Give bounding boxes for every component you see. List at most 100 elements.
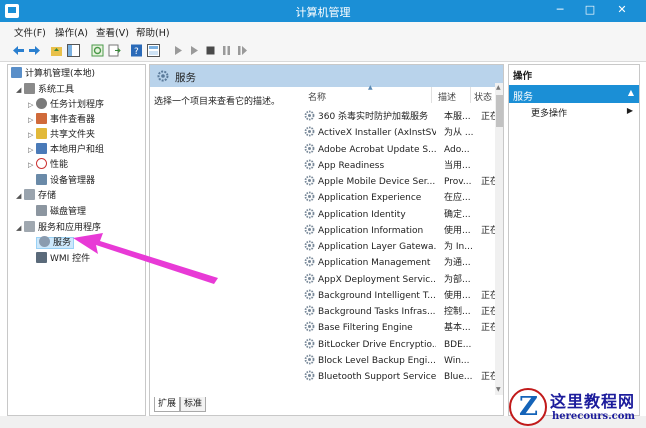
scroll-down-icon[interactable]: ▼ bbox=[496, 386, 501, 393]
refresh-icon[interactable] bbox=[91, 44, 104, 57]
service-gear-icon bbox=[304, 175, 315, 186]
menu-help[interactable]: 帮助(H) bbox=[136, 25, 170, 39]
expand-arrow-icon[interactable]: ▷ bbox=[28, 113, 36, 128]
service-description: BDE... bbox=[444, 339, 472, 350]
service-name: App Readiness bbox=[318, 160, 385, 171]
service-row[interactable]: Bluetooth Support ServiceBlue...正在... bbox=[304, 369, 503, 385]
service-row[interactable]: Base Filtering Engine基本...正在... bbox=[304, 320, 503, 336]
menu-bar: 文件(F) 操作(A) 查看(V) 帮助(H) bbox=[0, 22, 646, 40]
scroll-thumb[interactable] bbox=[496, 95, 503, 127]
tree-item-storage[interactable]: ◢ 存储 bbox=[16, 189, 56, 204]
restart-service-icon[interactable] bbox=[236, 44, 249, 57]
up-folder-icon[interactable] bbox=[50, 44, 63, 57]
gear-icon bbox=[157, 70, 169, 82]
tree-item-task-scheduler[interactable]: ▷ 任务计划程序 bbox=[28, 98, 104, 113]
collapse-arrow-icon[interactable]: ◢ bbox=[16, 221, 24, 236]
collapse-arrow-icon[interactable]: ◢ bbox=[16, 83, 24, 98]
expand-arrow-icon[interactable]: ▷ bbox=[28, 143, 36, 158]
service-row[interactable]: Block Level Backup Engi... Win... bbox=[304, 353, 503, 369]
service-description: 本服... bbox=[444, 112, 471, 122]
column-divider[interactable] bbox=[470, 87, 471, 103]
service-row[interactable]: ActiveX Installer (AxInstSV) 为从 ... bbox=[304, 125, 503, 141]
pause-service-icon[interactable] bbox=[220, 44, 233, 57]
service-row[interactable]: BitLocker Drive Encryptio... BDE... bbox=[304, 337, 503, 353]
column-status[interactable]: 状态 bbox=[474, 90, 492, 103]
tree-item-local-users[interactable]: ▷ 本地用户和组 bbox=[28, 143, 104, 158]
tree-label: 存储 bbox=[38, 191, 57, 201]
collapse-caret-icon[interactable]: ▲ bbox=[628, 88, 634, 97]
tree-item-event-viewer[interactable]: ▷ 事件查看器 bbox=[28, 113, 95, 128]
service-row[interactable]: AppX Deployment Servic... 为部... bbox=[304, 272, 503, 288]
start-service-icon[interactable] bbox=[172, 44, 185, 57]
menu-file[interactable]: 文件(F) bbox=[14, 25, 46, 39]
shared-folder-icon bbox=[36, 128, 47, 139]
service-description: 为部... bbox=[444, 274, 471, 285]
menu-action[interactable]: 操作(A) bbox=[55, 25, 88, 39]
services-title: 服务 bbox=[175, 72, 196, 84]
service-gear-icon bbox=[304, 354, 315, 365]
stop-service-icon[interactable] bbox=[204, 44, 217, 57]
service-row[interactable]: Background Tasks Infras...控制...正在... bbox=[304, 304, 503, 320]
scroll-up-icon[interactable]: ▲ bbox=[496, 84, 501, 91]
tree-item-root[interactable]: 计算机管理(本地) bbox=[11, 67, 95, 82]
service-row[interactable]: App Readiness 当用... bbox=[304, 158, 503, 174]
service-description: 为通... bbox=[444, 258, 471, 269]
tab-standard[interactable]: 标准 bbox=[180, 397, 207, 412]
service-description: 在应... bbox=[444, 193, 471, 204]
service-row[interactable]: Application Experience 在应... bbox=[304, 190, 503, 206]
vertical-scrollbar[interactable]: ▲ ▼ bbox=[495, 83, 503, 395]
actions-pane: 操作 服务 ▲ 更多操作 ▶ bbox=[508, 64, 640, 416]
service-row[interactable]: 360 杀毒实时防护加载服务本服...正在... bbox=[304, 109, 503, 125]
users-icon bbox=[36, 143, 47, 154]
service-row[interactable]: Application Layer Gatewa... 为 In... bbox=[304, 239, 503, 255]
service-row[interactable]: Apple Mobile Device Ser...Prov...正在... bbox=[304, 174, 503, 190]
expand-arrow-icon[interactable]: ▷ bbox=[28, 128, 36, 143]
minimize-button[interactable]: ─ bbox=[548, 2, 572, 18]
tree-item-services[interactable]: 服务 bbox=[36, 236, 75, 251]
help-icon[interactable]: ? bbox=[130, 44, 143, 57]
collapse-arrow-icon[interactable]: ◢ bbox=[16, 189, 24, 204]
properties-icon[interactable] bbox=[147, 44, 160, 57]
service-gear-icon bbox=[304, 289, 315, 300]
column-description[interactable]: 描述 bbox=[438, 90, 456, 103]
submenu-arrow-icon[interactable]: ▶ bbox=[627, 106, 633, 115]
column-divider[interactable] bbox=[431, 87, 432, 103]
menu-view[interactable]: 查看(V) bbox=[96, 25, 129, 39]
back-icon[interactable] bbox=[12, 44, 25, 57]
tree-item-disk-management[interactable]: 磁盘管理 bbox=[36, 205, 86, 220]
close-button[interactable]: ✕ bbox=[610, 2, 634, 18]
column-name[interactable]: 名称 bbox=[308, 90, 326, 103]
services-pane: 服务 选择一个项目来查看它的描述。 ▲ 名称 描述 状态 360 杀毒实时防护加… bbox=[149, 64, 504, 416]
service-row[interactable]: Application Identity 确定... bbox=[304, 207, 503, 223]
more-actions-link[interactable]: 更多操作 bbox=[531, 106, 567, 119]
service-gear-icon bbox=[304, 240, 315, 251]
service-gear-icon bbox=[304, 273, 315, 283]
maximize-button[interactable]: □ bbox=[578, 2, 602, 18]
tab-extended[interactable]: 扩展 bbox=[154, 397, 181, 412]
service-description: 当用... bbox=[444, 160, 471, 171]
export-list-icon[interactable] bbox=[108, 44, 121, 57]
expand-arrow-icon[interactable]: ▷ bbox=[28, 158, 36, 173]
clock-icon bbox=[36, 98, 47, 109]
show-hide-tree-icon[interactable] bbox=[67, 44, 80, 57]
service-description: 使用... bbox=[444, 225, 471, 236]
tree-item-wmi[interactable]: WMI 控件 bbox=[36, 252, 90, 267]
service-gear-icon bbox=[304, 191, 315, 202]
actions-section-services[interactable]: 服务 ▲ bbox=[509, 85, 639, 103]
tree-item-services-apps[interactable]: ◢ 服务和应用程序 bbox=[16, 221, 101, 236]
forward-icon[interactable] bbox=[28, 44, 41, 57]
sort-arrow-icon: ▲ bbox=[368, 84, 373, 91]
expand-arrow-icon[interactable]: ▷ bbox=[28, 98, 36, 113]
service-row[interactable]: Application Management 为通... bbox=[304, 255, 503, 271]
actions-header: 操作 bbox=[513, 71, 533, 82]
start-service-alt-icon[interactable] bbox=[188, 44, 201, 57]
console-tree: 计算机管理(本地) ◢ 系统工具 ▷ 任务计划程序 ▷ 事件查看器 ▷ 共享文件夹 ▷ 本… bbox=[7, 64, 146, 416]
service-row[interactable]: Background Intelligent T...使用...正在... bbox=[304, 288, 503, 304]
tree-item-shared-folders[interactable]: ▷ 共享文件夹 bbox=[28, 128, 95, 143]
service-gear-icon bbox=[304, 224, 315, 235]
tree-item-device-manager[interactable]: 设备管理器 bbox=[36, 174, 95, 189]
service-row[interactable]: Application Information使用...正在... bbox=[304, 223, 503, 239]
service-row[interactable]: Adobe Acrobat Update S... Ado... bbox=[304, 142, 503, 158]
tree-item-system-tools[interactable]: ◢ 系统工具 bbox=[16, 83, 74, 98]
tree-item-performance[interactable]: ▷ 性能 bbox=[28, 158, 68, 173]
